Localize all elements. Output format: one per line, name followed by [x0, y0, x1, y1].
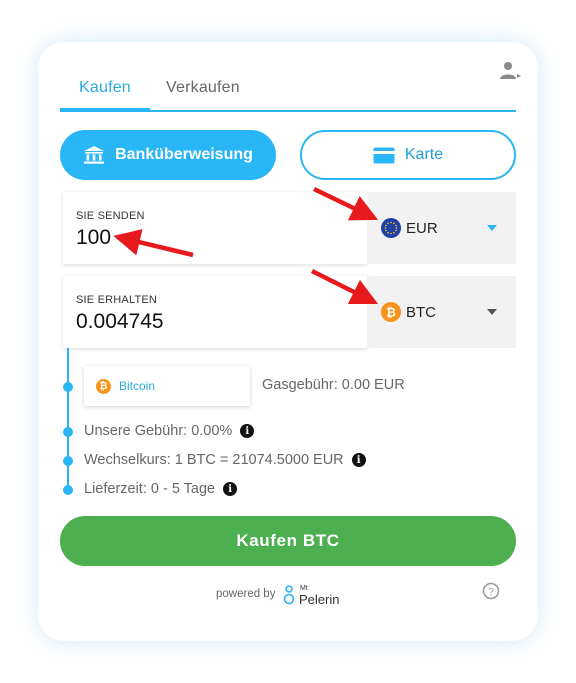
- send-amount-field[interactable]: SIE SENDEN: [63, 192, 367, 264]
- bank-transfer-label: Banküberweisung: [115, 146, 253, 163]
- gas-fee-text: Gasgebühr: 0.00 EUR: [262, 377, 405, 393]
- info-icon[interactable]: i: [223, 482, 238, 496]
- timeline-dot: [63, 427, 73, 437]
- tab-verkaufen[interactable]: Verkaufen: [166, 79, 240, 97]
- delivery-time-text: Lieferzeit: 0 - 5 Tage: [84, 481, 216, 497]
- timeline-dot: [63, 456, 73, 466]
- bitcoin-icon: ₿: [381, 302, 401, 322]
- chevron-down-icon: [487, 225, 497, 231]
- send-label: SIE SENDEN: [76, 210, 145, 222]
- delivery-time-row: Lieferzeit: 0 - 5 Tage i: [84, 481, 238, 497]
- timeline-dot: [63, 485, 73, 495]
- tab-active-indicator: [60, 108, 150, 112]
- bitcoin-icon: ₿: [96, 378, 111, 394]
- network-chip[interactable]: ₿ Bitcoin: [84, 366, 250, 406]
- info-icon[interactable]: i: [240, 424, 255, 438]
- receive-currency-select[interactable]: ₿ BTC: [367, 276, 516, 348]
- details-timeline: [67, 348, 69, 490]
- tab-kaufen[interactable]: Kaufen: [79, 79, 131, 97]
- send-currency-code: EUR: [406, 219, 438, 237]
- receive-currency-code: BTC: [406, 303, 436, 321]
- svg-text:?: ?: [488, 587, 494, 598]
- credit-card-icon: [373, 147, 395, 163]
- svg-text:₿: ₿: [386, 306, 396, 320]
- network-label: Bitcoin: [119, 379, 156, 393]
- card-payment-button[interactable]: Karte: [300, 130, 516, 180]
- fee-row: Unsere Gebühr: 0.00% i: [84, 423, 255, 439]
- receive-label: SIE ERHALTEN: [76, 294, 158, 306]
- brand-small: Mt: [300, 585, 308, 592]
- user-account-icon[interactable]: [499, 61, 523, 81]
- send-currency-select[interactable]: EUR: [367, 192, 516, 264]
- powered-by-text: powered by: [216, 588, 276, 600]
- timeline-dot: [63, 382, 73, 392]
- fee-text: Unsere Gebühr: 0.00%: [84, 423, 233, 439]
- card-payment-label: Karte: [404, 146, 444, 163]
- brand-name: Pelerin: [299, 592, 339, 607]
- buy-button[interactable]: Kaufen BTC: [60, 516, 516, 566]
- receive-amount-field[interactable]: SIE ERHALTEN: [63, 276, 367, 348]
- exchange-rate-row: Wechselkurs: 1 BTC = 21074.5000 EUR i: [84, 452, 366, 468]
- help-icon[interactable]: ?: [482, 582, 500, 600]
- exchange-rate-text: Wechselkurs: 1 BTC = 21074.5000 EUR: [84, 452, 344, 468]
- bank-transfer-button[interactable]: Banküberweisung: [60, 130, 276, 180]
- chevron-down-icon: [487, 309, 497, 315]
- send-amount-input[interactable]: [76, 226, 346, 250]
- bank-icon: [84, 146, 105, 164]
- mt-pelerin-logo: Mt Pelerin: [283, 585, 339, 607]
- info-icon[interactable]: i: [351, 453, 366, 467]
- receive-amount-input[interactable]: [76, 310, 346, 334]
- eu-flag-icon: [381, 218, 401, 238]
